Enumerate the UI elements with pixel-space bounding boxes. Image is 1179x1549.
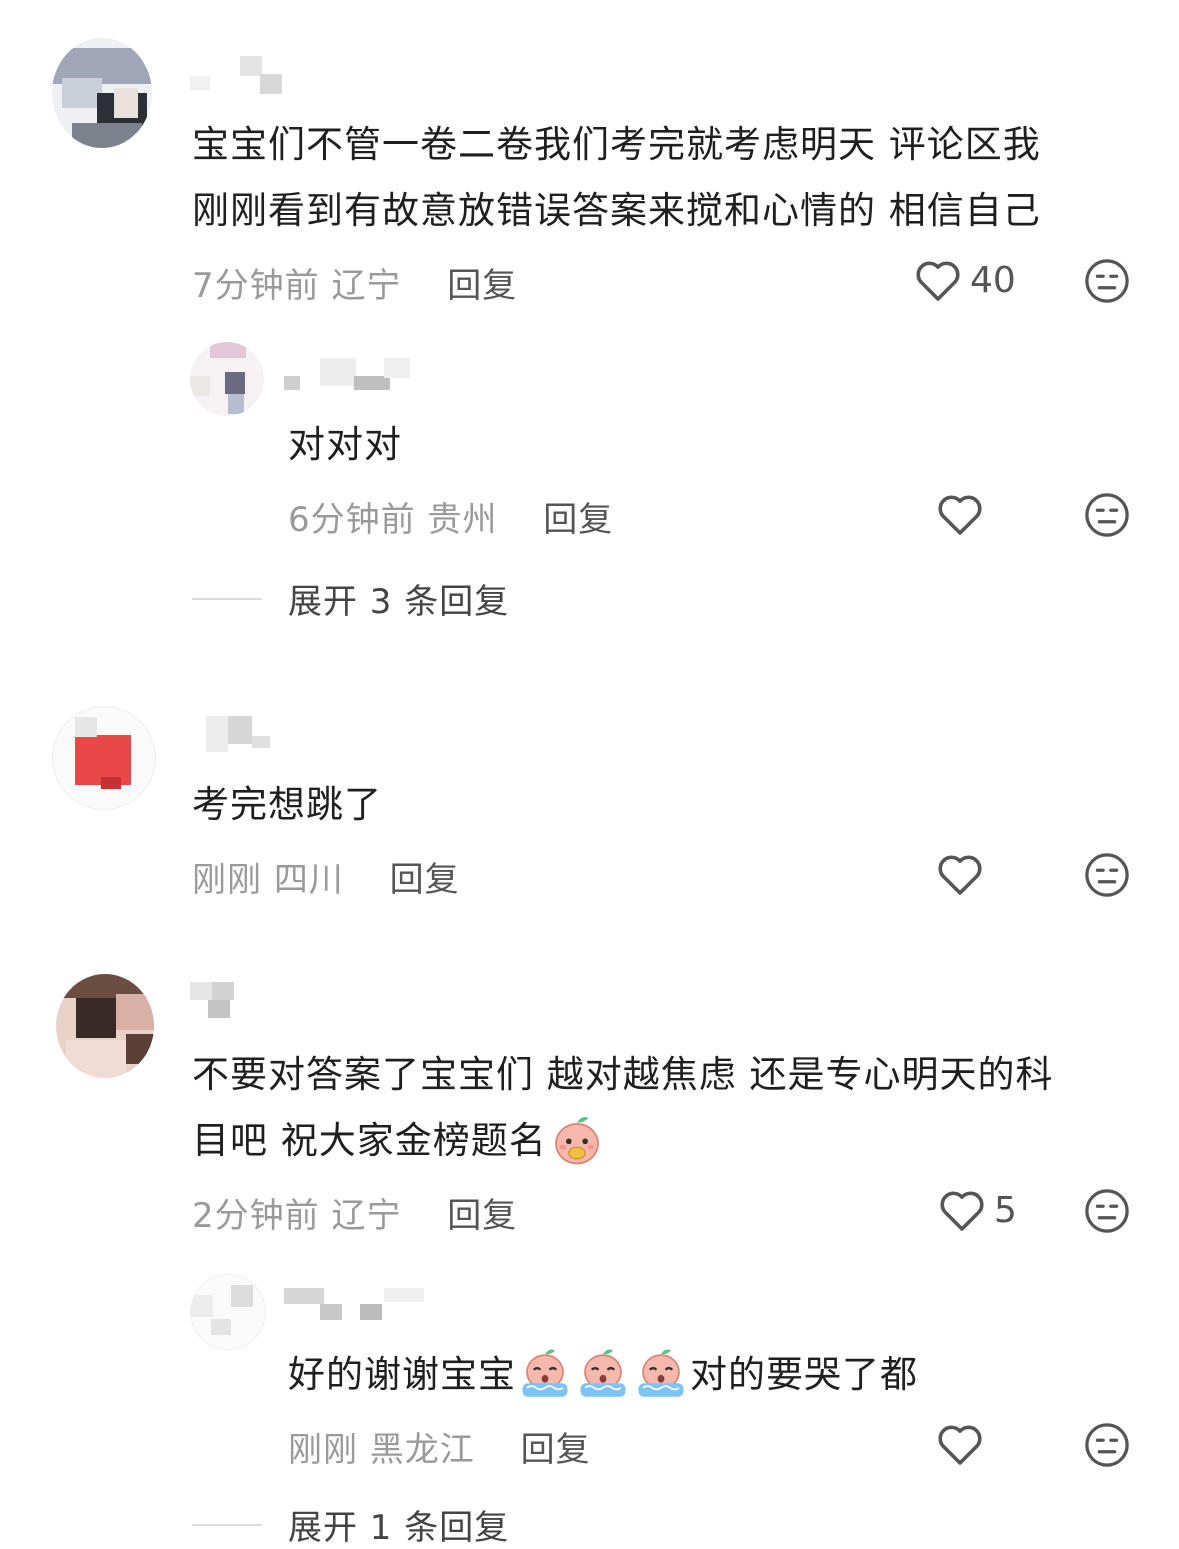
like-button[interactable] (936, 1422, 984, 1466)
comment-meta: 刚刚 四川 回复 (192, 852, 460, 901)
avatar[interactable] (190, 342, 264, 416)
like-button[interactable] (936, 492, 984, 536)
comment-text: 不要对答案了宝宝们 越对越焦虑 还是专心明天的科 目吧 祝大家金榜题名 (192, 1042, 1152, 1174)
avatar[interactable] (190, 1274, 266, 1350)
like-button[interactable] (936, 852, 984, 896)
comment-time: 刚刚 (288, 1430, 358, 1470)
meh-face-icon[interactable] (1084, 852, 1130, 898)
username[interactable] (284, 358, 424, 392)
username[interactable] (190, 56, 290, 94)
reply-button[interactable]: 回复 (390, 860, 460, 900)
divider (192, 597, 262, 600)
comment-text: 对对对 (288, 423, 402, 466)
meh-face-icon[interactable] (1084, 1188, 1130, 1234)
comment-time: 2分钟前 (192, 1196, 320, 1236)
comment-meta: 7分钟前 辽宁 回复 (192, 258, 517, 307)
comment-location: 贵州 (427, 500, 498, 540)
comment-time: 6分钟前 (288, 500, 416, 540)
comment-text: 好的谢谢宝宝 对的要哭了都 (288, 1342, 918, 1408)
username[interactable] (284, 1288, 444, 1322)
comment-time: 刚刚 (192, 860, 262, 900)
comment-location: 黑龙江 (369, 1430, 475, 1470)
username[interactable] (190, 982, 250, 1018)
heart-outline-icon (938, 1425, 982, 1465)
comment-text: 考完想跳了 (192, 783, 382, 826)
peach-crying-emoji-icon (580, 1349, 626, 1397)
like-count: 5 (994, 1189, 1017, 1231)
like-count: 40 (970, 259, 1016, 301)
reply-button[interactable]: 回复 (447, 1196, 517, 1236)
meh-face-icon[interactable] (1084, 258, 1130, 304)
divider (192, 1523, 262, 1526)
comment-location: 辽宁 (331, 1196, 402, 1236)
heart-outline-icon (916, 261, 960, 301)
peach-crying-emoji-icon (522, 1349, 568, 1397)
meh-face-icon[interactable] (1084, 1422, 1130, 1468)
comment-meta: 刚刚 黑龙江 回复 (288, 1422, 591, 1471)
username[interactable] (206, 716, 276, 752)
reply-button[interactable]: 回复 (543, 500, 613, 540)
like-button[interactable]: 5 (938, 1188, 1017, 1232)
avatar[interactable] (52, 706, 156, 810)
expand-replies-button[interactable]: 展开 1 条回复 (192, 1500, 509, 1549)
avatar[interactable] (56, 974, 154, 1078)
like-button[interactable]: 40 (914, 258, 1016, 302)
comment-location: 四川 (273, 860, 344, 900)
peach-crying-emoji-icon (638, 1349, 684, 1397)
comment-meta: 6分钟前 贵州 回复 (288, 492, 613, 541)
meh-face-icon[interactable] (1084, 492, 1130, 538)
heart-outline-icon (938, 855, 982, 895)
avatar[interactable] (52, 38, 152, 148)
comment-time: 7分钟前 (192, 266, 320, 306)
peach-emoji-icon (554, 1116, 599, 1165)
reply-button[interactable]: 回复 (521, 1430, 591, 1470)
comment-text: 宝宝们不管一卷二卷我们考完就考虑明天 评论区我 刚刚看到有故意放错误答案来搅和心… (192, 123, 1041, 232)
comment-location: 辽宁 (331, 266, 402, 306)
heart-outline-icon (938, 495, 982, 535)
heart-outline-icon (940, 1191, 984, 1231)
expand-replies-button[interactable]: 展开 3 条回复 (192, 574, 509, 623)
comment-meta: 2分钟前 辽宁 回复 (192, 1188, 517, 1237)
reply-button[interactable]: 回复 (447, 266, 517, 306)
